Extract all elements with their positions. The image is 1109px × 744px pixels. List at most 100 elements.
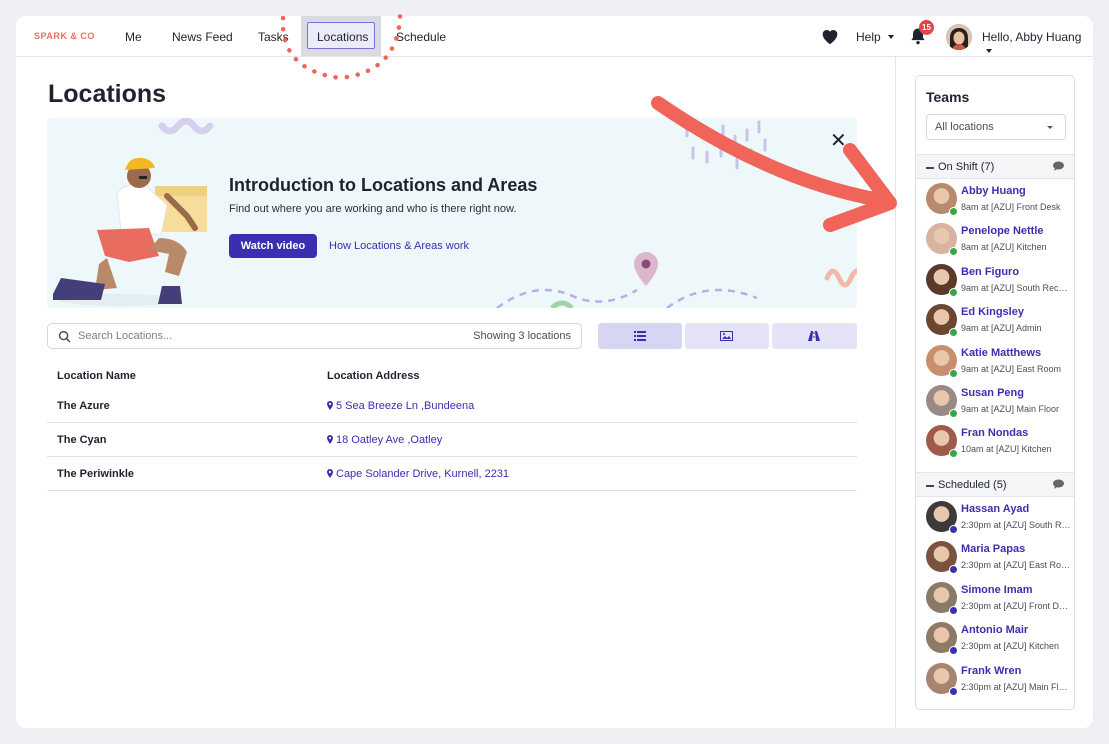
- member-name[interactable]: Fran Nondas: [961, 427, 1028, 439]
- team-member-row[interactable]: Abby Huang 8am at [AZU] Front Desk: [916, 180, 1074, 220]
- page-title: Locations: [48, 80, 167, 108]
- caret-down-icon: [1047, 126, 1053, 129]
- team-member-row[interactable]: Katie Matthews 9am at [AZU] East Room: [916, 342, 1074, 382]
- status-dot: [949, 449, 958, 459]
- team-member-row[interactable]: Ed Kingsley 9am at [AZU] Admin: [916, 301, 1074, 341]
- member-shift-detail: 2:30pm at [AZU] South Reception: [961, 520, 1071, 530]
- member-shift-detail: 2:30pm at [AZU] Kitchen: [961, 641, 1060, 652]
- status-dot: [949, 605, 958, 615]
- member-name[interactable]: Simone Imam: [961, 584, 1033, 596]
- search-input[interactable]: Search Locations... Showing 3 locations: [47, 323, 582, 349]
- watch-video-button[interactable]: Watch video: [229, 234, 317, 258]
- brand-logo[interactable]: SPARK & CO: [34, 31, 95, 41]
- notification-badge: 15: [919, 20, 934, 35]
- chevron-down-icon: [888, 35, 895, 39]
- avatar[interactable]: [946, 24, 972, 50]
- nav-item-schedule[interactable]: Schedule: [396, 30, 446, 44]
- member-name[interactable]: Abby Huang: [961, 185, 1026, 197]
- member-shift-detail: 9am at [AZU] Main Floor: [961, 404, 1060, 414]
- collapse-icon: [926, 485, 934, 487]
- member-shift-detail: 10am at [AZU] Kitchen: [961, 444, 1052, 455]
- table-row[interactable]: The Cyan 18 Oatley Ave ,Oatley: [47, 423, 857, 457]
- map-view-button[interactable]: [772, 323, 857, 349]
- member-name[interactable]: Antonio Mair: [961, 624, 1028, 636]
- team-member-row[interactable]: Hassan Ayad 2:30pm at [AZU] South Recepti…: [916, 498, 1074, 538]
- intro-banner: ✕ Introduction to Locations and Areas Fi…: [47, 118, 857, 308]
- table-row[interactable]: The Azure 5 Sea Breeze Ln ,Bundeena: [47, 389, 857, 423]
- heart-icon[interactable]: [819, 25, 841, 47]
- list-view-button[interactable]: [598, 323, 682, 349]
- member-name[interactable]: Frank Wren: [961, 665, 1021, 677]
- collapse-icon: [926, 167, 934, 169]
- status-dot: [949, 686, 958, 696]
- map-pin-icon: [327, 401, 333, 410]
- scheduled-header[interactable]: Scheduled (5): [916, 472, 1074, 497]
- member-name[interactable]: Penelope Nettle: [961, 225, 1044, 237]
- team-member-row[interactable]: Susan Peng 9am at [AZU] Main Floor: [916, 382, 1074, 422]
- status-dot: [949, 409, 958, 418]
- address-text: 5 Sea Breeze Ln ,Bundeena: [336, 400, 475, 412]
- location-filter-value: All locations: [935, 121, 994, 133]
- location-name: The Periwinkle: [57, 468, 135, 480]
- status-dot: [949, 646, 958, 656]
- member-name[interactable]: Maria Papas: [961, 543, 1025, 555]
- location-name: The Cyan: [57, 434, 107, 446]
- address-text: Cape Solander Drive, Kurnell, 2231: [336, 468, 510, 480]
- member-shift-detail: 8am at [AZU] Kitchen: [961, 242, 1047, 253]
- team-member-row[interactable]: Penelope Nettle 8am at [AZU] Kitchen: [916, 220, 1074, 260]
- chevron-down-icon: [986, 49, 992, 53]
- help-menu[interactable]: Help: [856, 30, 895, 44]
- member-shift-detail: 9am at [AZU] South Reception: [961, 282, 1071, 293]
- column-header-address[interactable]: Location Address: [327, 370, 420, 382]
- member-shift-detail: 9am at [AZU] East Room: [961, 363, 1062, 374]
- banner-title: Introduction to Locations and Areas: [229, 175, 538, 195]
- search-placeholder: Search Locations...: [78, 330, 173, 342]
- location-address-link[interactable]: 18 Oatley Ave ,Oatley: [327, 434, 442, 446]
- team-member-row[interactable]: Fran Nondas 10am at [AZU] Kitchen: [916, 422, 1074, 462]
- location-address-link[interactable]: Cape Solander Drive, Kurnell, 2231: [327, 468, 509, 480]
- team-member-row[interactable]: Frank Wren 2:30pm at [AZU] Main Floor: [916, 660, 1074, 700]
- team-member-row[interactable]: Simone Imam 2:30pm at [AZU] Front Desk: [916, 579, 1074, 619]
- search-icon: [58, 330, 71, 343]
- status-dot: [949, 328, 958, 338]
- member-name[interactable]: Ben Figuro: [961, 266, 1019, 278]
- team-member-row[interactable]: Ben Figuro 9am at [AZU] South Reception: [916, 261, 1074, 301]
- on-shift-header[interactable]: On Shift (7): [916, 154, 1074, 179]
- teams-title: Teams: [926, 89, 970, 105]
- member-name[interactable]: Ed Kingsley: [961, 306, 1024, 318]
- nav-item-news-feed[interactable]: News Feed: [172, 30, 233, 44]
- status-dot: [949, 287, 958, 297]
- close-icon[interactable]: ✕: [830, 128, 847, 153]
- team-member-row[interactable]: Maria Papas 2:30pm at [AZU] East Room: [916, 538, 1074, 578]
- column-header-name[interactable]: Location Name: [57, 370, 136, 382]
- location-address-link[interactable]: 5 Sea Breeze Ln ,Bundeena: [327, 400, 474, 412]
- banner-subtitle: Find out where you are working and who i…: [229, 203, 517, 215]
- member-shift-detail: 9am at [AZU] Admin: [961, 323, 1042, 334]
- team-member-row[interactable]: Antonio Mair 2:30pm at [AZU] Kitchen: [916, 619, 1074, 659]
- status-dot: [949, 247, 958, 257]
- on-shift-label: On Shift (7): [938, 161, 995, 173]
- help-label: Help: [856, 30, 881, 44]
- member-name[interactable]: Susan Peng: [961, 387, 1024, 399]
- user-menu[interactable]: Hello, Abby Huang: [982, 30, 1093, 58]
- table-row[interactable]: The Periwinkle Cape Solander Drive, Kurn…: [47, 457, 857, 491]
- member-shift-detail: 2:30pm at [AZU] Front Desk: [961, 600, 1071, 611]
- nav-item-tasks[interactable]: Tasks: [258, 30, 289, 44]
- sidebar-divider: [895, 57, 896, 728]
- location-filter-select[interactable]: All locations: [926, 114, 1066, 140]
- scheduled-label: Scheduled (5): [938, 479, 1007, 491]
- road-icon: [808, 331, 820, 341]
- top-nav: SPARK & CO Me News Feed Tasks Locations …: [16, 16, 1093, 57]
- nav-item-locations[interactable]: Locations: [317, 30, 368, 44]
- status-dot: [949, 207, 958, 216]
- status-dot: [949, 565, 958, 575]
- user-face-icon: [946, 24, 972, 50]
- member-name[interactable]: Katie Matthews: [961, 347, 1041, 359]
- how-locations-link[interactable]: How Locations & Areas work: [329, 240, 469, 252]
- chat-icon[interactable]: [1053, 479, 1064, 489]
- gallery-view-button[interactable]: [685, 323, 769, 349]
- member-name[interactable]: Hassan Ayad: [961, 503, 1029, 515]
- map-pin-icon: [327, 435, 333, 444]
- nav-item-me[interactable]: Me: [125, 30, 142, 44]
- chat-icon[interactable]: [1053, 161, 1064, 171]
